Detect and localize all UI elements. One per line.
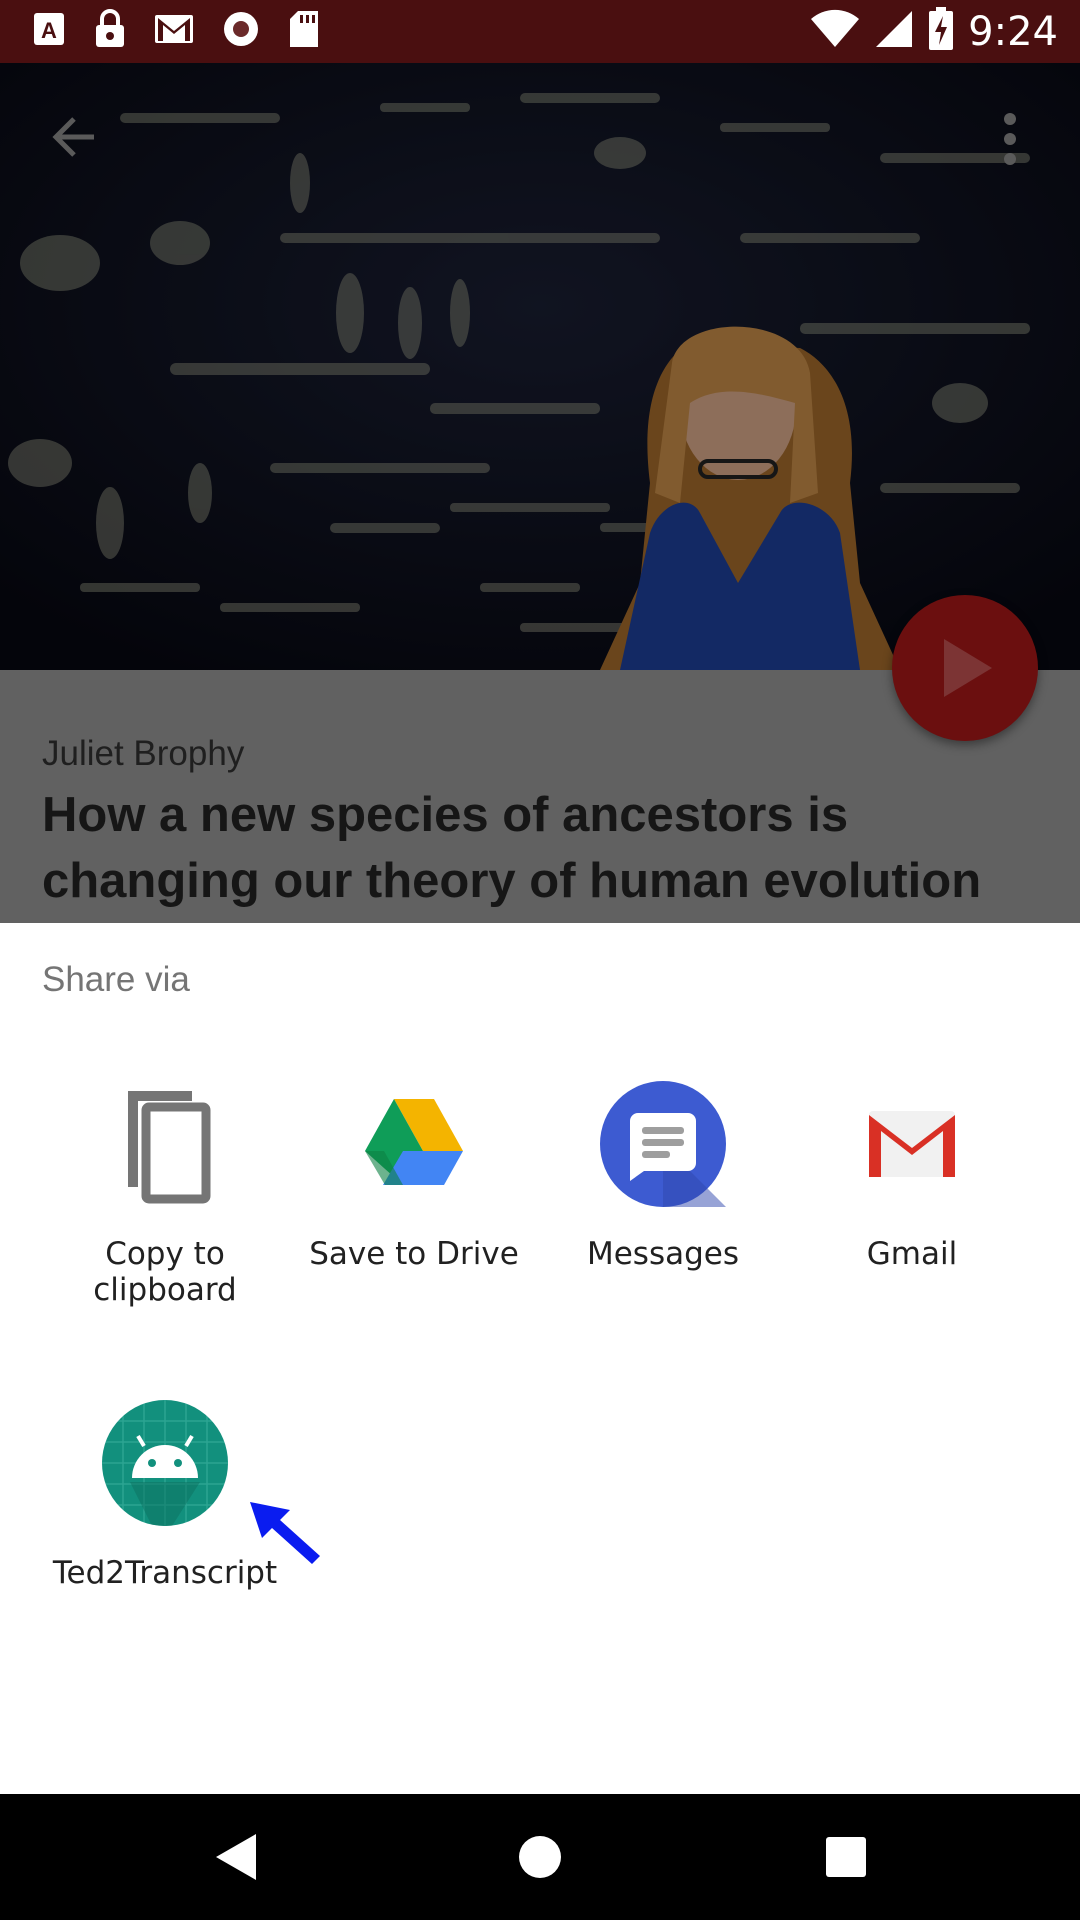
sdcard-icon [288, 10, 320, 53]
play-icon [944, 639, 992, 697]
google-drive-icon [351, 1081, 477, 1207]
gmail-icon [849, 1081, 975, 1207]
record-icon [222, 10, 260, 53]
annotation-arrow-icon [248, 1500, 324, 1571]
status-bar: A 9:24 [0, 0, 1080, 63]
talk-thumbnail [0, 63, 1080, 670]
share-sheet: Share via Copy to clipboard Save to Driv… [0, 923, 1080, 1794]
lock-icon [94, 9, 126, 54]
status-time: 9:24 [968, 8, 1058, 55]
share-target-label: Save to Drive [309, 1236, 519, 1272]
fossil-bones-background [0, 63, 1080, 670]
share-target-label: Messages [586, 1236, 740, 1272]
talk-title: How a new species of ancestors is changi… [42, 788, 982, 908]
android-icon [102, 1400, 228, 1526]
share-sheet-title: Share via [42, 960, 190, 999]
speaker-name: Juliet Brophy [42, 734, 245, 773]
navigation-bar [0, 1794, 1080, 1920]
wifi-icon [810, 9, 860, 54]
share-target-label: Copy to clipboard [93, 1236, 237, 1308]
a-icon: A [32, 11, 66, 52]
share-target-label: Gmail [866, 1236, 958, 1272]
home-circle-icon[interactable] [518, 1832, 562, 1887]
copy-icon [102, 1081, 228, 1207]
recents-square-icon[interactable] [824, 1832, 868, 1887]
play-button[interactable] [892, 595, 1038, 741]
more-vert-icon[interactable] [1000, 109, 1020, 169]
messages-icon [600, 1081, 726, 1207]
back-arrow-icon[interactable] [44, 107, 104, 167]
battery-charging-icon [928, 7, 954, 56]
back-triangle-icon[interactable] [214, 1832, 258, 1887]
svg-text:A: A [41, 18, 57, 43]
signal-icon [874, 9, 914, 54]
gmail-icon [154, 14, 194, 49]
